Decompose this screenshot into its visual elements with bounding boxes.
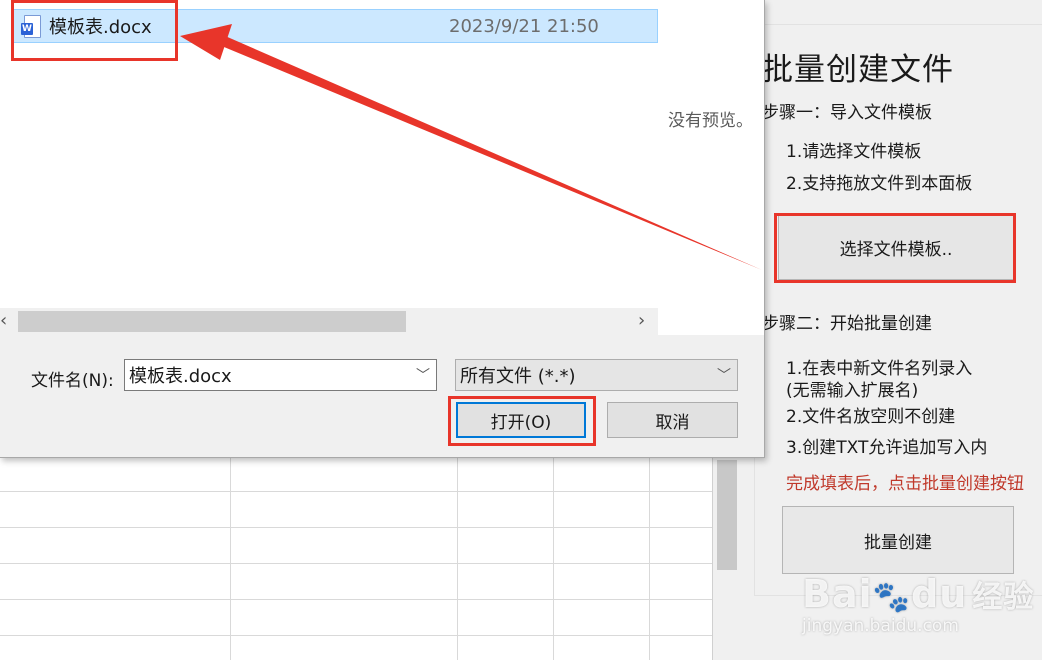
file-list-horizontal-scrollbar[interactable]: ‹ › — [0, 308, 658, 335]
grid-line — [0, 635, 712, 636]
spreadsheet-grid — [0, 455, 712, 660]
step1-item: 2.支持拖放文件到本面板 — [786, 174, 973, 194]
step1-item: 1.请选择文件模板 — [786, 142, 922, 162]
annotation-box-open — [448, 396, 596, 446]
watermark-suffix: 经验 — [972, 580, 1035, 615]
preview-pane: 没有预览。 — [658, 0, 764, 335]
grid-line — [553, 455, 554, 660]
annotation-box-file — [11, 0, 178, 61]
step2-item: (无需输入扩展名) — [786, 381, 919, 401]
watermark-brand: Bai — [802, 572, 873, 616]
grid-line — [0, 527, 712, 528]
file-open-dialog: W 模板表.docx 2023/9/21 21:50 ‹ › 没有预览。 文件名… — [0, 0, 765, 458]
filename-label: 文件名(N): — [31, 371, 114, 391]
cancel-button[interactable]: 取消 — [607, 402, 738, 438]
filename-value[interactable]: 模板表.docx — [125, 362, 410, 388]
grid-line — [0, 491, 712, 492]
sheet-vertical-scrollbar[interactable] — [712, 455, 743, 660]
file-date: 2023/9/21 21:50 — [449, 15, 599, 37]
step2-heading: 步骤二：开始批量创建 — [762, 314, 932, 334]
baidu-watermark: Bai🐾du 经验 jingyan.baidu.com — [802, 572, 1035, 636]
grid-line — [230, 455, 231, 660]
batch-create-panel: 批量创建文件 步骤一：导入文件模板 1.请选择文件模板 2.支持拖放文件到本面板… — [742, 0, 1042, 660]
chevron-down-icon[interactable]: ﹀ — [711, 365, 737, 385]
watermark-brand2: du — [911, 572, 968, 616]
batch-create-button[interactable]: 批量创建 — [782, 506, 1014, 574]
scrollbar-thumb[interactable] — [717, 460, 737, 570]
filename-input[interactable]: 模板表.docx ﹀ — [124, 359, 437, 391]
step1-heading: 步骤一：导入文件模板 — [762, 103, 932, 123]
filetype-value: 所有文件 (*.*) — [460, 366, 576, 387]
scroll-left-icon[interactable]: ‹ — [0, 310, 7, 331]
chevron-down-icon[interactable]: ﹀ — [410, 365, 436, 385]
panel-title: 批量创建文件 — [762, 52, 954, 88]
scroll-right-icon[interactable]: › — [638, 310, 645, 331]
step2-item: 3.创建TXT允许追加写入内 — [786, 438, 988, 458]
filetype-select[interactable]: 所有文件 (*.*) ﹀ — [455, 359, 738, 391]
step2-item: 2.文件名放空则不创建 — [786, 407, 956, 427]
grid-line — [649, 455, 650, 660]
grid-line — [0, 599, 712, 600]
annotation-box-template — [774, 213, 1016, 283]
grid-line — [457, 455, 458, 660]
step2-note: 完成填表后，点击批量创建按钮 — [786, 474, 1024, 494]
preview-message: 没有预览。 — [668, 111, 753, 131]
grid-line — [0, 563, 712, 564]
watermark-url: jingyan.baidu.com — [802, 616, 959, 636]
scrollbar-thumb[interactable] — [18, 311, 406, 332]
